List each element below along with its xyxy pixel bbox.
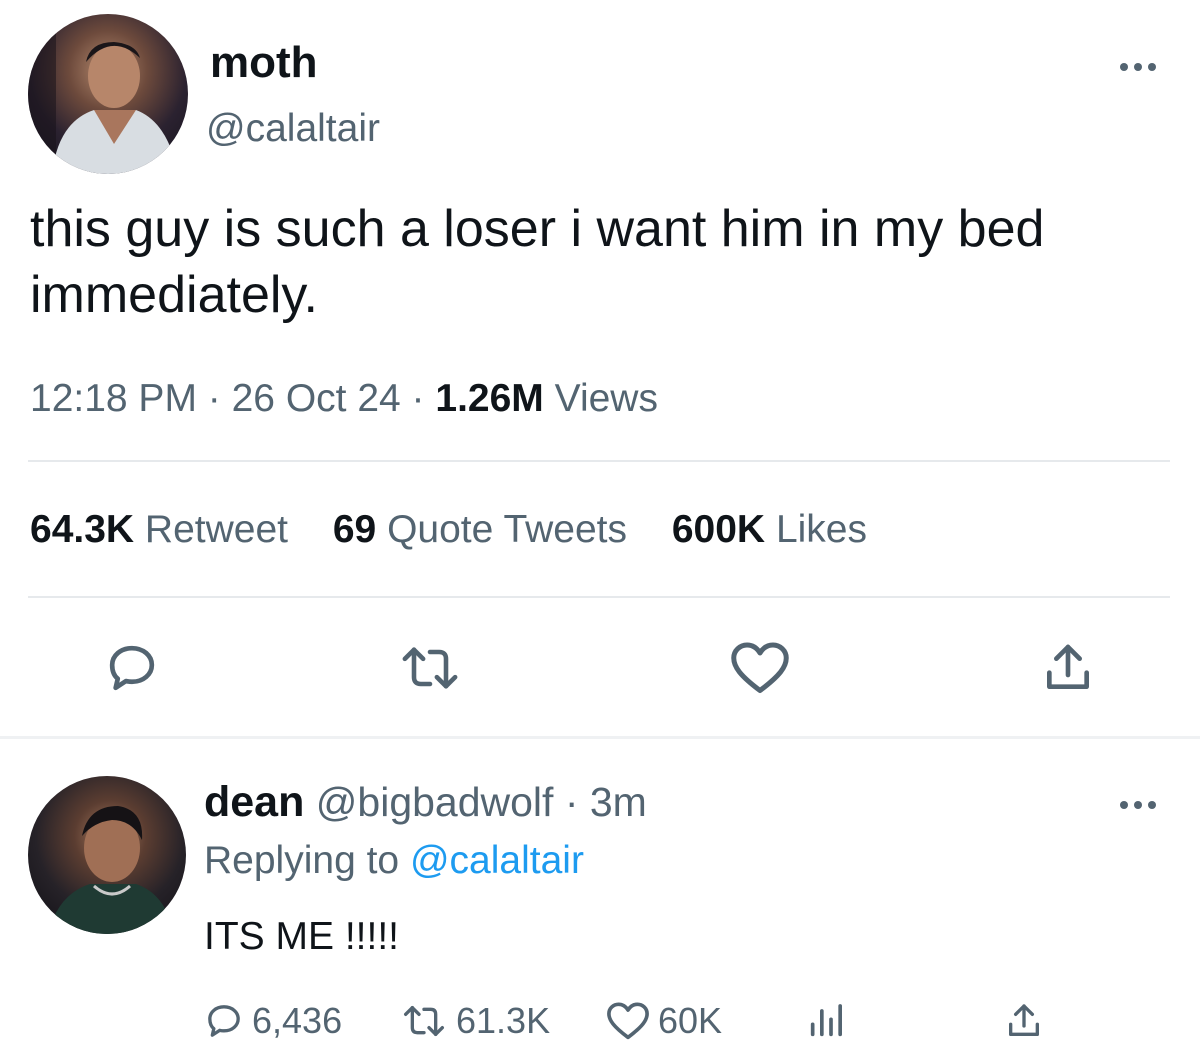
reply-time[interactable]: 3m [590, 779, 647, 825]
more-options-icon[interactable] [1116, 60, 1160, 74]
avatar-photo [28, 14, 178, 174]
replying-mention-link[interactable]: @calaltair [410, 839, 584, 882]
views-count: 1.26M [435, 377, 544, 420]
reply-like-button[interactable]: 60K [606, 998, 722, 1044]
reply-author-avatar[interactable] [28, 776, 186, 934]
reply-likes-count: 60K [658, 1000, 723, 1041]
reply-author-name[interactable]: dean [204, 778, 304, 826]
reply-text: ITS ME !!!!! [204, 915, 400, 958]
quotes-label: Quote Tweets [387, 508, 628, 551]
heart-icon[interactable] [730, 640, 790, 696]
author-handle[interactable]: @calaltair [206, 106, 380, 152]
views-label: Views [554, 377, 658, 420]
replying-to: Replying to @calaltair [204, 836, 584, 886]
reply-more-options-icon[interactable] [1116, 798, 1160, 812]
comment-icon [208, 1005, 240, 1037]
section-divider [0, 736, 1200, 739]
reply-author-handle[interactable]: @bigbadwolf [316, 779, 554, 825]
quotes-count: 69 [332, 508, 377, 551]
likes-count: 600K [671, 508, 766, 551]
meta-separator: · [553, 779, 590, 825]
tweet-time[interactable]: 12:18 PM [30, 377, 197, 420]
meta-separator: · [196, 377, 232, 420]
reply-comment-button[interactable]: 6,436 [204, 998, 342, 1044]
divider [28, 460, 1170, 462]
reply-retweets-count: 61.3K [456, 1000, 551, 1041]
share-icon[interactable] [1040, 640, 1096, 696]
comment-icon[interactable] [104, 640, 160, 696]
quotes-stat[interactable]: 69 Quote Tweets [333, 506, 627, 554]
author-avatar[interactable] [28, 14, 188, 174]
retweets-count: 64.3K [30, 508, 135, 551]
likes-label: Likes [775, 508, 867, 551]
reply-share-button[interactable] [1004, 998, 1044, 1044]
analytics-icon [810, 1004, 842, 1037]
tweet-stats: 64.3K Retweet 69 Quote Tweets 600K Likes [30, 506, 901, 554]
tweet-text: this guy is such a loser i want him in m… [30, 200, 1045, 324]
reply-comments-count: 6,436 [252, 1000, 343, 1041]
reply-retweet-button[interactable]: 61.3K [400, 998, 550, 1044]
meta-separator: · [400, 377, 436, 420]
tweet-meta: 12:18 PM · 26 Oct 24 · 1.26M Views [30, 375, 658, 423]
tweet-date[interactable]: 26 Oct 24 [232, 377, 401, 420]
share-icon [1009, 1004, 1039, 1036]
reply-analytics-button[interactable] [806, 998, 846, 1044]
divider [28, 596, 1170, 598]
reply-header: dean @bigbadwolf · 3m [204, 776, 647, 828]
retweets-stat[interactable]: 64.3K Retweet [30, 506, 288, 554]
retweet-icon[interactable] [398, 640, 462, 696]
avatar-photo [48, 806, 174, 934]
likes-stat[interactable]: 600K Likes [672, 506, 867, 554]
retweets-label: Retweet [144, 508, 288, 551]
replying-prefix: Replying to [204, 839, 410, 882]
retweet-icon [404, 1006, 445, 1036]
author-name[interactable]: moth [210, 38, 318, 88]
heart-icon [607, 1002, 649, 1040]
